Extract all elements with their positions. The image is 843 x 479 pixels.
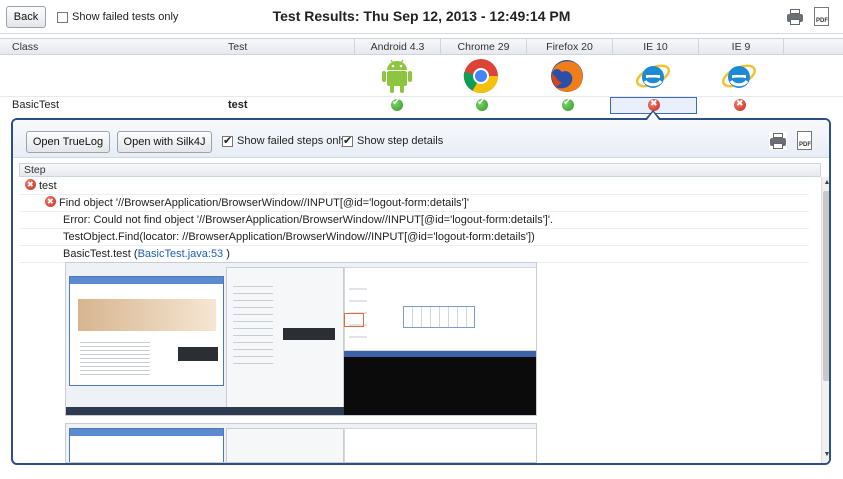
vertical-scrollbar[interactable]: ▲ ▼ bbox=[821, 177, 829, 463]
firefox-icon bbox=[551, 60, 583, 92]
stack-frame-text: BasicTest.test ( bbox=[63, 248, 138, 260]
column-header-ie9[interactable]: IE 9 bbox=[698, 39, 784, 55]
results-table-header: Class Test Android 4.3 Chrome 29 Firefox… bbox=[0, 38, 843, 55]
scroll-down-icon[interactable]: ▼ bbox=[823, 451, 829, 461]
step-text: Find object '//BrowserApplication/Browse… bbox=[59, 197, 469, 209]
detail-panel: Open TrueLog Open with Silk4J Show faile… bbox=[11, 118, 831, 465]
table-row[interactable]: BasicTest test bbox=[0, 96, 843, 114]
column-header-android[interactable]: Android 4.3 bbox=[354, 39, 440, 55]
show-step-details-label: Show step details bbox=[357, 135, 444, 147]
column-header-test: Test bbox=[228, 41, 248, 53]
step-call-text: TestObject.Find(locator: //BrowserApplic… bbox=[63, 231, 535, 243]
show-failed-steps-checkbox[interactable]: Show failed steps only bbox=[222, 134, 347, 147]
row-test: test bbox=[228, 99, 248, 111]
pass-icon[interactable] bbox=[476, 97, 488, 111]
column-header-chrome[interactable]: Chrome 29 bbox=[440, 39, 526, 55]
show-failed-steps-label: Show failed steps only bbox=[237, 135, 347, 147]
fail-icon bbox=[25, 177, 36, 193]
fail-icon bbox=[45, 194, 56, 210]
source-link[interactable]: BasicTest.java:53 bbox=[138, 248, 224, 260]
checkbox-box[interactable] bbox=[222, 134, 233, 147]
print-icon[interactable] bbox=[769, 132, 787, 150]
open-silk4j-button[interactable]: Open with Silk4J bbox=[117, 131, 212, 153]
page-thumbnail bbox=[226, 267, 344, 413]
android-icon bbox=[382, 59, 412, 93]
taskbar-thumbnail bbox=[66, 407, 344, 415]
pdf-icon[interactable]: PDF bbox=[814, 7, 829, 26]
step-row[interactable]: test bbox=[19, 177, 809, 195]
step-detail-row: BasicTest.test (BasicTest.java:53 ) bbox=[19, 246, 809, 263]
screenshot-thumbnail[interactable] bbox=[65, 262, 537, 416]
chrome-icon bbox=[463, 59, 498, 93]
ie-icon bbox=[635, 64, 671, 88]
browser-window-thumbnail bbox=[69, 276, 224, 386]
scroll-up-icon[interactable]: ▲ bbox=[823, 179, 829, 189]
row-class: BasicTest bbox=[12, 99, 60, 111]
step-text: test bbox=[39, 180, 57, 192]
step-detail-row: Error: Could not find object '//BrowserA… bbox=[19, 212, 809, 229]
pass-icon[interactable] bbox=[391, 97, 403, 111]
page-title: Test Results: Thu Sep 12, 2013 - 12:49:1… bbox=[272, 8, 571, 24]
checkbox-box[interactable] bbox=[342, 134, 353, 147]
step-row[interactable]: Find object '//BrowserApplication/Browse… bbox=[19, 194, 809, 212]
selection-pointer-inner bbox=[647, 112, 659, 120]
show-step-details-checkbox[interactable]: Show step details bbox=[342, 134, 444, 147]
print-icon[interactable] bbox=[786, 8, 804, 26]
column-header-class: Class bbox=[12, 41, 39, 53]
stack-frame-suffix: ) bbox=[223, 248, 230, 260]
scroll-thumb[interactable] bbox=[823, 191, 829, 381]
open-truelog-button[interactable]: Open TrueLog bbox=[26, 131, 110, 153]
highlight-box bbox=[344, 313, 364, 327]
top-bar: Back Show failed tests only Test Results… bbox=[0, 0, 843, 34]
console-thumbnail bbox=[344, 351, 536, 415]
ide-thumbnail bbox=[344, 267, 536, 351]
pass-icon[interactable] bbox=[562, 97, 574, 111]
column-header-firefox[interactable]: Firefox 20 bbox=[526, 39, 612, 55]
ie-icon bbox=[721, 64, 757, 88]
column-header-ie10[interactable]: IE 10 bbox=[612, 39, 698, 55]
fail-icon[interactable] bbox=[734, 98, 746, 111]
screenshot-thumbnail[interactable] bbox=[65, 423, 537, 463]
panel-toolbar: Open TrueLog Open with Silk4J Show faile… bbox=[13, 120, 829, 158]
pdf-icon[interactable]: PDF bbox=[797, 131, 812, 150]
step-detail-row: TestObject.Find(locator: //BrowserApplic… bbox=[19, 229, 809, 246]
step-error-text: Error: Could not find object '//BrowserA… bbox=[63, 214, 554, 226]
step-column-header: Step bbox=[19, 163, 821, 177]
